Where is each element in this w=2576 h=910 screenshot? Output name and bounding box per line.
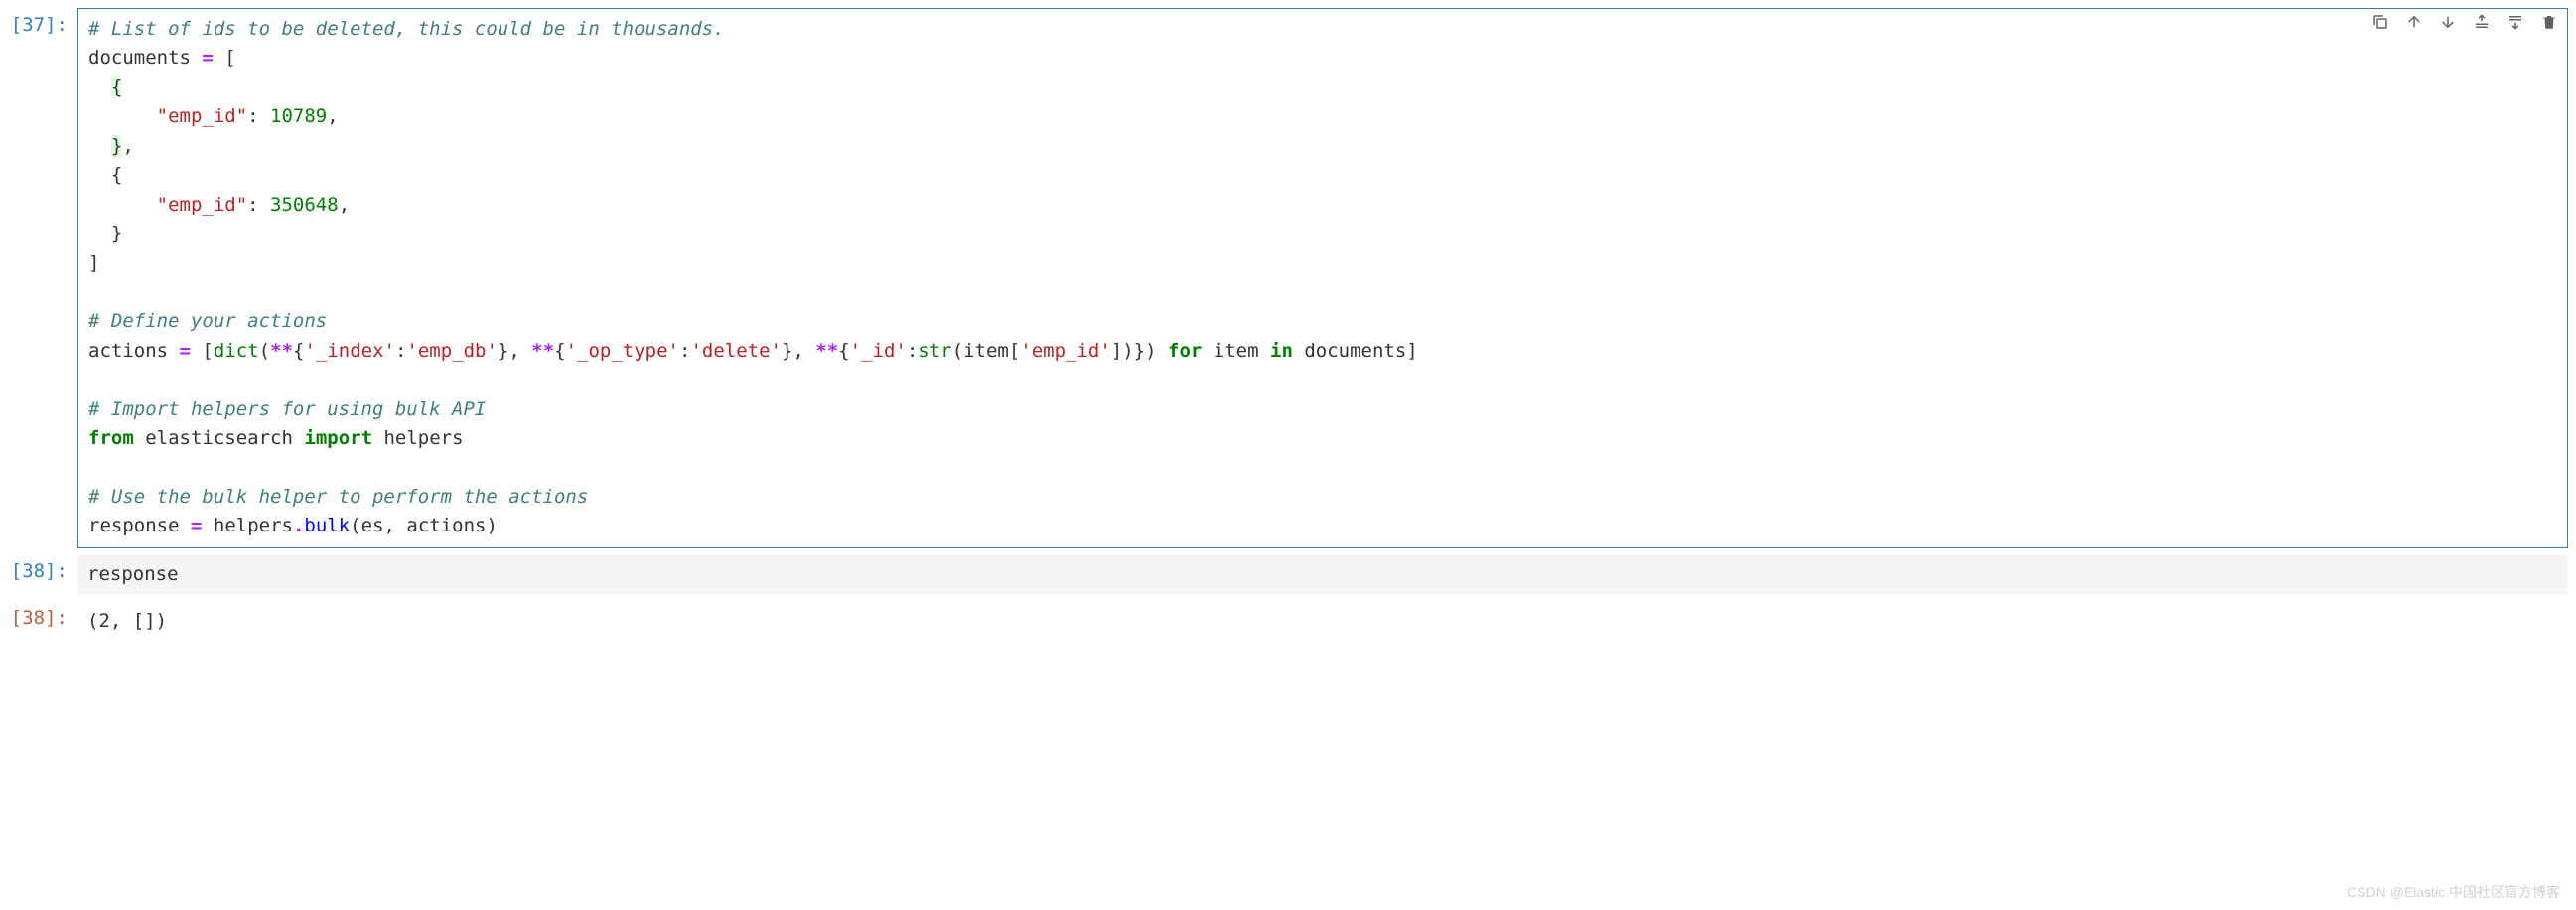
code-text: response [88, 515, 180, 536]
code-text: documents [88, 47, 191, 69]
move-up-icon[interactable] [2404, 12, 2424, 32]
code-operator: ** [531, 340, 554, 362]
code-operator: . [293, 515, 304, 536]
cell-toolbar [2370, 12, 2559, 32]
code-operator: = [202, 47, 213, 69]
code-text: helpers [383, 427, 463, 449]
code-string: '_op_type' [566, 340, 679, 362]
code-text: actions [406, 515, 486, 536]
code-keyword: for [1168, 340, 1202, 362]
code-text: es [361, 515, 384, 536]
code-operator: = [180, 340, 191, 362]
code-cell-38: [38]: response [8, 554, 2568, 595]
code-string: 'delete' [690, 340, 782, 362]
code-text: documents [1304, 340, 1406, 362]
insert-above-icon[interactable] [2472, 12, 2492, 32]
code-function: bulk [304, 515, 350, 536]
output-text: (2, []) [77, 601, 2568, 642]
code-operator: = [191, 515, 202, 536]
code-cell-37: [37]: # List of ids to be deleted, this … [8, 8, 2568, 548]
cell-prompt-in: [37]: [8, 8, 77, 548]
output-cell-38: [38]: (2, []) [8, 601, 2568, 642]
code-text: item [963, 340, 1009, 362]
code-keyword: from [88, 427, 134, 449]
code-brace: } [111, 135, 122, 157]
watermark-text: CSDN @Elastic 中国社区官方博客 [2347, 882, 2560, 902]
code-brace: { [111, 76, 122, 98]
code-builtin: dict [214, 340, 259, 362]
code-string: "emp_id" [157, 194, 248, 216]
code-operator: ** [815, 340, 838, 362]
code-string: 'emp_id' [1020, 340, 1111, 362]
cell-prompt-out: [38]: [8, 601, 77, 642]
code-number: 350648 [270, 194, 339, 216]
code-string: 'emp_db' [406, 340, 498, 362]
code-comment: # Use the bulk helper to perform the act… [88, 486, 588, 508]
code-text: actions [88, 340, 168, 362]
code-text: helpers [214, 515, 293, 536]
code-keyword: in [1270, 340, 1293, 362]
code-number: 10789 [270, 105, 327, 127]
code-comment: # List of ids to be deleted, this could … [88, 18, 725, 40]
cell-prompt-in: [38]: [8, 554, 77, 595]
code-keyword: import [304, 427, 372, 449]
code-text: item [1214, 340, 1259, 362]
code-comment: # Import helpers for using bulk API [88, 398, 486, 420]
code-comment: # Define your actions [88, 310, 327, 332]
code-text: elasticsearch [145, 427, 293, 449]
code-string: "emp_id" [157, 105, 248, 127]
code-input-area[interactable]: response [77, 554, 2568, 595]
insert-below-icon[interactable] [2505, 12, 2525, 32]
code-input-area[interactable]: # List of ids to be deleted, this could … [77, 8, 2568, 548]
code-string: '_index' [304, 340, 395, 362]
duplicate-icon[interactable] [2370, 12, 2390, 32]
move-down-icon[interactable] [2438, 12, 2458, 32]
code-builtin: str [918, 340, 951, 362]
code-operator: ** [270, 340, 293, 362]
code-text: response [87, 563, 179, 585]
code-string: '_id' [850, 340, 907, 362]
delete-icon[interactable] [2539, 12, 2559, 32]
